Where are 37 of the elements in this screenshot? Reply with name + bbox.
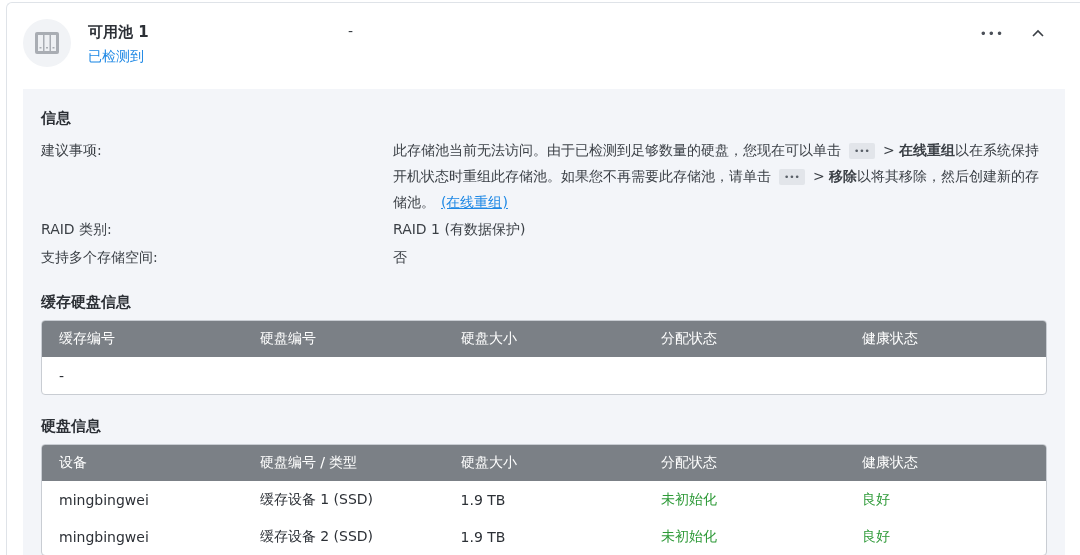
column-header: 硬盘编号 / 类型 xyxy=(242,445,444,481)
collapse-icon[interactable] xyxy=(1032,29,1044,37)
column-header: 设备 xyxy=(42,445,243,481)
online-rebuild-link[interactable]: (在线重组) xyxy=(441,194,508,210)
info-label: 支持多个存储空间: xyxy=(41,248,159,267)
column-header: 缓存编号 xyxy=(42,321,243,357)
table-cell-text: 缓存设备 1 (SSD) xyxy=(258,489,375,509)
table-cell-text: mingbingwei xyxy=(58,527,150,547)
table-cell-text: 1.9 TB xyxy=(459,490,507,510)
info-label: RAID 类别: xyxy=(41,220,113,239)
column-header: 硬盘大小 xyxy=(443,321,645,357)
pool-title: 可用池 1 xyxy=(88,23,150,42)
column-header: 硬盘编号 xyxy=(242,321,444,357)
column-header: 分配状态 xyxy=(644,445,846,481)
column-header: 分配状态 xyxy=(644,321,846,357)
table-cell-text: 未初始化 xyxy=(660,526,719,546)
info-value: 否 xyxy=(393,248,408,267)
table-cell-text: 缓存设备 2 (SSD) xyxy=(258,526,375,546)
column-header: 硬盘大小 xyxy=(443,445,645,481)
recommendation-text: 此存储池当前无法访问。由于已检测到足够数量的硬盘，您现在可以单击 ••• > 在线重组以在系统保持开机状态时重组此存储池。如果您不再需要此存储池，请单击 ••• > 移除以将其移除，然后创建新的存储池。 (在线重组) xyxy=(393,141,1041,212)
section-heading: 信息 xyxy=(41,109,72,128)
table-cell-text: - xyxy=(58,366,66,386)
storage-pool-icon xyxy=(23,19,71,67)
pool-value: - xyxy=(348,22,355,39)
table-cell-text: 未初始化 xyxy=(660,489,719,509)
section-heading: 缓存硬盘信息 xyxy=(41,293,132,312)
info-value: RAID 1 (有数据保护) xyxy=(393,220,527,239)
table-cell-text: 良好 xyxy=(861,489,892,509)
more-button[interactable]: ••• xyxy=(977,23,1006,45)
section-heading: 硬盘信息 xyxy=(41,417,102,436)
info-label: 建议事项: xyxy=(41,141,103,160)
table-cell-text: mingbingwei xyxy=(58,490,150,510)
pool-status: 已检测到 xyxy=(88,48,145,66)
column-header: 健康状态 xyxy=(845,445,1046,481)
column-header: 健康状态 xyxy=(845,321,1046,357)
table-cell-text: 1.9 TB xyxy=(459,527,507,547)
table-cell-text: 良好 xyxy=(861,526,892,546)
